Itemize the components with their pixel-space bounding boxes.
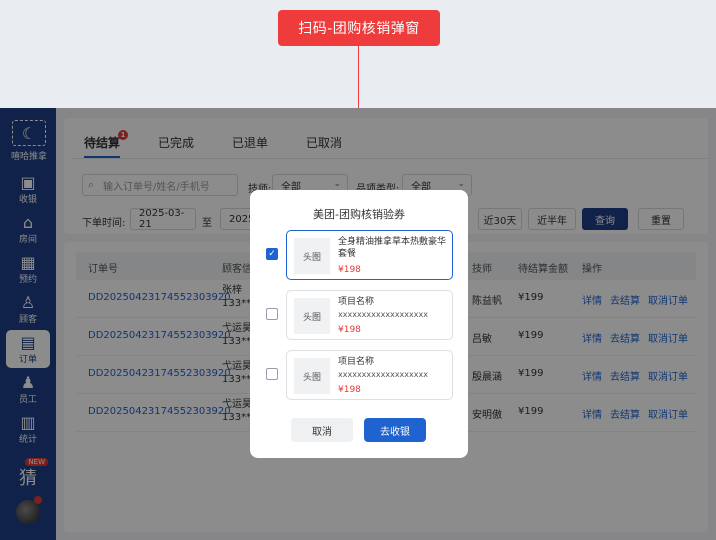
voucher-thumbnail: 头图 xyxy=(294,358,330,394)
go-checkout-button[interactable]: 去收银 xyxy=(364,418,426,442)
voucher-name: 项目名称 xyxy=(338,357,375,367)
voucher-card[interactable]: 头图 项目名称 xxxxxxxxxxxxxxxxxxx ¥198 xyxy=(286,290,453,340)
modal-title: 美团-团购核销验券 xyxy=(313,208,405,221)
voucher-code: xxxxxxxxxxxxxxxxxxx xyxy=(338,370,428,379)
voucher-thumbnail: 头图 xyxy=(294,298,330,334)
annotation-label: 扫码-团购核销弹窗 xyxy=(278,10,440,46)
voucher-thumbnail: 头图 xyxy=(294,238,330,274)
cancel-button[interactable]: 取消 xyxy=(291,418,353,442)
voucher-verify-modal: 美团-团购核销验券 ✓ 头图 全身精油推拿草本热敷豪华套餐 ¥198 头图 项目… xyxy=(250,190,468,458)
voucher-price: ¥198 xyxy=(338,385,361,395)
voucher-card[interactable]: 头图 项目名称 xxxxxxxxxxxxxxxxxxx ¥198 xyxy=(286,350,453,400)
voucher-name: 项目名称 xyxy=(338,297,375,307)
voucher-code: xxxxxxxxxxxxxxxxxxx xyxy=(338,310,428,319)
voucher-price: ¥198 xyxy=(338,325,361,335)
voucher-card[interactable]: 头图 全身精油推拿草本热敷豪华套餐 ¥198 xyxy=(286,230,453,280)
voucher-checkbox[interactable] xyxy=(266,308,278,320)
voucher-checkbox[interactable]: ✓ xyxy=(266,248,278,260)
voucher-checkbox[interactable] xyxy=(266,368,278,380)
voucher-name: 全身精油推拿草本热敷豪华套餐 xyxy=(338,237,447,259)
voucher-price: ¥198 xyxy=(338,265,361,275)
